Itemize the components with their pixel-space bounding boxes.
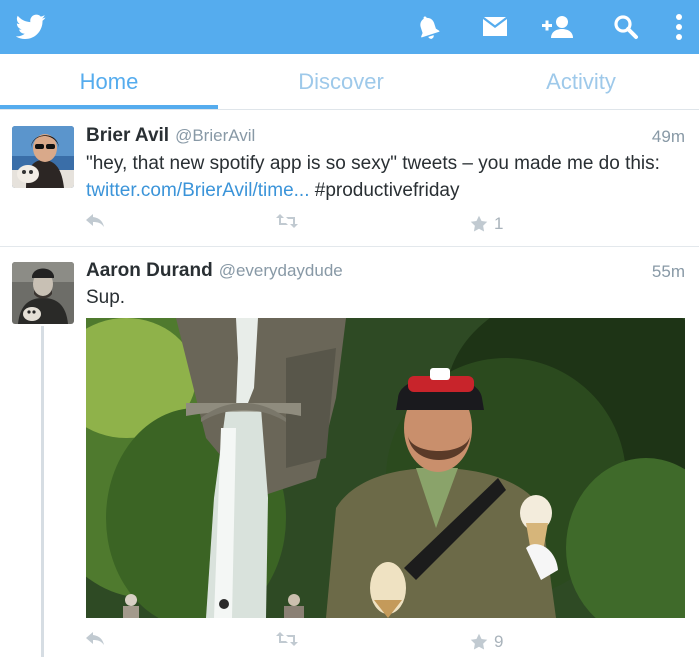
favorite-count: 1 [494,214,504,233]
tab-activity[interactable]: Activity [472,54,690,109]
reply-button[interactable] [86,214,104,228]
tweet-timestamp: 55m [651,262,685,281]
retweet-button[interactable] [276,632,298,646]
tab-discover[interactable]: Discover [232,54,450,109]
retweet-button[interactable] [276,214,298,228]
bell-icon[interactable] [410,0,446,54]
tweet-actions: 9 [86,632,646,654]
search-icon[interactable] [610,0,642,54]
avatar[interactable] [12,262,74,324]
author-name: Brier Avil [86,125,170,146]
tweet-text: "hey, that new spotify app is so sexy" t… [86,150,686,204]
tweet-item[interactable]: Aaron Durand @everydaydude 55m Sup. 9 [0,248,699,657]
app-bar [0,0,699,54]
envelope-icon[interactable] [478,0,512,54]
add-user-icon[interactable] [538,0,578,54]
twitter-bird-icon[interactable] [10,0,52,54]
tab-home[interactable]: Home [0,54,218,109]
star-icon [470,215,488,232]
tweet-timestamp: 49m [651,127,685,146]
tweet-hashtag[interactable]: #productivefriday [309,180,460,201]
tweet-author[interactable]: Aaron Durand @everydaydude [86,260,343,282]
tweet-text: Sup. [86,287,126,308]
author-handle: @everydaydude [218,261,343,280]
tweet-link[interactable]: twitter.com/BrierAvil/time... [86,180,309,201]
tweet-item[interactable]: Brier Avil @BrierAvil 49m "hey, that new … [0,110,699,247]
star-icon [470,633,488,650]
reply-icon [86,214,104,227]
tweet-actions: 1 [86,214,646,236]
overflow-menu-icon[interactable] [668,0,690,54]
tab-bar: Home Discover Activity [0,54,699,110]
thread-line [41,326,44,657]
tweet-photo[interactable] [86,318,685,618]
tweet-text-part: "hey, that new spotify app is so sexy" t… [86,153,660,174]
retweet-icon [276,214,298,228]
favorite-button[interactable]: 1 [470,214,503,234]
author-handle: @BrierAvil [175,126,256,145]
retweet-icon [276,632,298,646]
active-tab-indicator [0,105,218,109]
reply-icon [86,632,104,645]
reply-button[interactable] [86,632,104,646]
favorite-button[interactable]: 9 [470,632,503,652]
avatar[interactable] [12,126,74,188]
favorite-count: 9 [494,632,504,651]
tweet-author[interactable]: Brier Avil @BrierAvil [86,125,255,147]
author-name: Aaron Durand [86,260,213,281]
